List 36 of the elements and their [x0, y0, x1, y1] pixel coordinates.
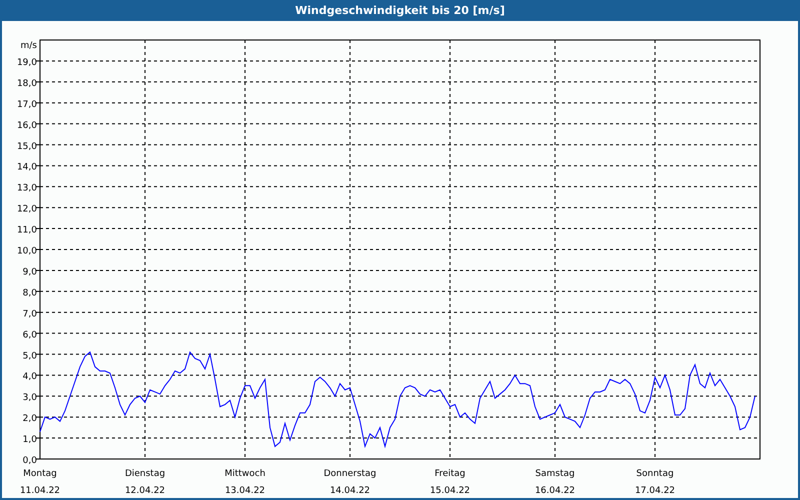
y-tick-label: 12,0 — [16, 204, 37, 215]
x-tick-label: Dienstag — [124, 469, 166, 479]
y-tick-label: 0,0 — [22, 456, 37, 466]
date-label: 14.04.22 — [330, 486, 370, 496]
y-tick-label: 4,0 — [22, 372, 37, 382]
x-tick-label: Sonntag — [636, 469, 674, 479]
date-label: 12.04.22 — [124, 486, 166, 496]
y-tick-label: 13,0 — [16, 184, 37, 194]
x-tick-label: Montag — [23, 469, 57, 479]
y-tick-label: 18,0 — [16, 78, 37, 89]
y-tick-label: 14,0 — [16, 162, 37, 173]
y-tick-label: 19,0 — [16, 58, 37, 68]
y-tick-label: 1,0 — [22, 435, 37, 446]
y-tick-label: 6,0 — [22, 330, 37, 340]
y-tick-label: 9,0 — [22, 267, 37, 278]
y-tick-label: 15,0 — [16, 142, 37, 152]
y-tick-label: 3,0 — [22, 393, 37, 404]
window-title: Windgeschwindigkeit bis 20 [m/s] — [2, 2, 798, 21]
date-label: 16.04.22 — [534, 486, 576, 496]
x-tick-label: Freitag — [434, 469, 466, 479]
y-tick-label: 16,0 — [16, 120, 37, 131]
y-tick-label: 7,0 — [22, 309, 37, 320]
date-label: 11.04.22 — [20, 486, 60, 496]
y-tick-label: 17,0 — [16, 100, 37, 110]
y-tick-label: 10,0 — [16, 246, 37, 256]
y-tick-label: 5,0 — [22, 351, 37, 362]
x-tick-label: Donnerstag — [324, 469, 376, 479]
date-label: 15.04.22 — [430, 486, 470, 496]
x-tick-label: Samstag — [535, 469, 575, 479]
y-tick-label: 8,0 — [22, 288, 37, 298]
y-axis-unit: m/s — [20, 41, 37, 51]
date-label: 13.04.22 — [224, 486, 266, 496]
y-tick-label: 2,0 — [22, 414, 37, 424]
y-tick-label: 11,0 — [16, 226, 37, 236]
date-label: 17.04.22 — [634, 486, 676, 496]
x-tick-label: Mittwoch — [224, 469, 266, 479]
